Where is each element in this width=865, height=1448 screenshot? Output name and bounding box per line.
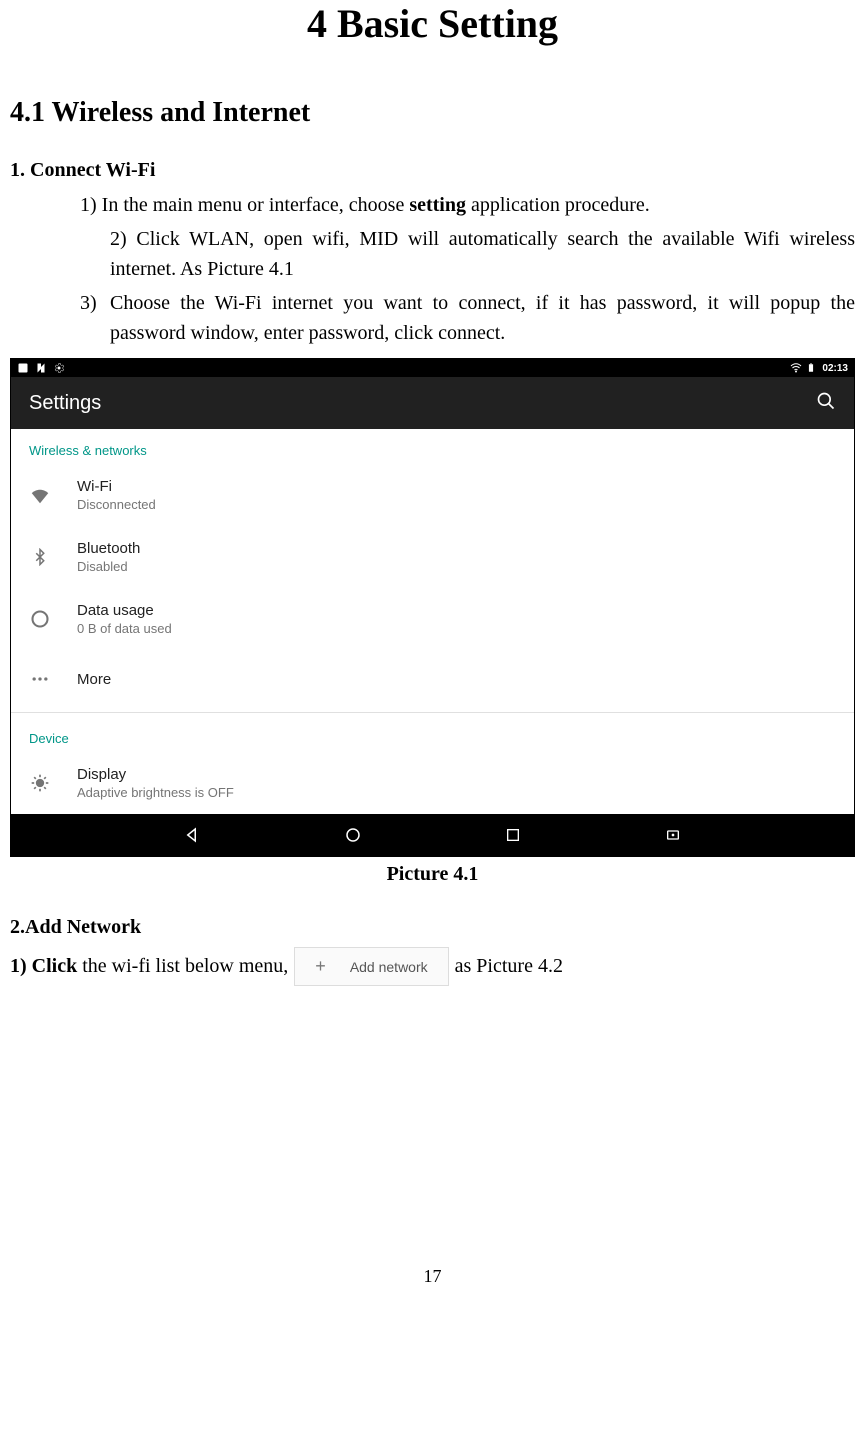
step1-bold: setting bbox=[409, 194, 466, 216]
list-item-data-usage[interactable]: Data usage 0 B of data used bbox=[11, 588, 854, 650]
list-item-display[interactable]: Display Adaptive brightness is OFF bbox=[11, 752, 854, 814]
n-icon bbox=[35, 362, 47, 374]
subsection-connect-wifi: 1. Connect Wi-Fi bbox=[10, 159, 855, 182]
status-bar: 02:13 bbox=[11, 359, 854, 377]
add-network-instruction: 1) Click the wi-fi list below menu, + Ad… bbox=[10, 947, 855, 986]
list-item-wifi[interactable]: Wi-Fi Disconnected bbox=[11, 464, 854, 526]
settings-screenshot: 02:13 Settings Wireless & networks Wi-Fi… bbox=[10, 358, 855, 857]
step-1: 1) In the main menu or interface, choose… bbox=[10, 190, 855, 220]
bluetooth-title: Bluetooth bbox=[77, 540, 140, 557]
home-icon[interactable] bbox=[343, 825, 363, 845]
status-time: 02:13 bbox=[822, 363, 848, 374]
step3-text: Choose the Wi-Fi internet you want to co… bbox=[110, 288, 855, 348]
page-number: 17 bbox=[10, 1266, 855, 1307]
section-title: 4.1 Wireless and Internet bbox=[10, 97, 855, 129]
search-icon[interactable] bbox=[816, 391, 836, 416]
step-2: 2) Click WLAN, open wifi, MID will autom… bbox=[10, 224, 855, 284]
wifi-title: Wi-Fi bbox=[77, 478, 156, 495]
data-sub: 0 B of data used bbox=[77, 621, 172, 636]
wifi-sub: Disconnected bbox=[77, 497, 156, 512]
appbar-title: Settings bbox=[29, 392, 101, 415]
gallery-icon bbox=[17, 362, 29, 374]
screenshot-icon[interactable] bbox=[663, 825, 683, 845]
step1-post: application procedure. bbox=[466, 194, 650, 216]
divider bbox=[11, 712, 854, 713]
wifi-status-icon bbox=[790, 362, 802, 374]
list-item-bluetooth[interactable]: Bluetooth Disabled bbox=[11, 526, 854, 588]
plus-icon: + bbox=[315, 956, 326, 977]
data-usage-icon bbox=[29, 608, 51, 630]
display-icon bbox=[29, 772, 51, 794]
chapter-title: 4 Basic Setting bbox=[10, 0, 855, 47]
addnet-pre-bold: 1) Click bbox=[10, 955, 77, 977]
settings-small-icon bbox=[53, 362, 65, 374]
bluetooth-icon bbox=[29, 546, 51, 568]
figure-caption-4-1: Picture 4.1 bbox=[10, 863, 855, 886]
section-device: Device bbox=[11, 717, 854, 752]
back-icon[interactable] bbox=[183, 825, 203, 845]
step3-num: 3) bbox=[10, 288, 110, 348]
bluetooth-sub: Disabled bbox=[77, 559, 140, 574]
more-icon bbox=[29, 668, 51, 690]
data-title: Data usage bbox=[77, 602, 172, 619]
display-sub: Adaptive brightness is OFF bbox=[77, 785, 234, 800]
navigation-bar bbox=[11, 814, 854, 856]
subsection-add-network: 2.Add Network bbox=[10, 916, 855, 939]
wifi-icon bbox=[29, 484, 51, 506]
more-title: More bbox=[77, 671, 111, 688]
step1-pre: 1) In the main menu or interface, choose bbox=[80, 194, 409, 216]
addnet-post: as Picture 4.2 bbox=[455, 955, 563, 978]
list-item-more[interactable]: More bbox=[11, 650, 854, 708]
add-network-chip[interactable]: + Add network bbox=[294, 947, 448, 986]
display-title: Display bbox=[77, 766, 234, 783]
section-wireless-networks: Wireless & networks bbox=[11, 429, 854, 464]
battery-icon bbox=[806, 362, 818, 374]
recent-icon[interactable] bbox=[503, 825, 523, 845]
step-3: 3) Choose the Wi-Fi internet you want to… bbox=[10, 288, 855, 348]
add-network-label: Add network bbox=[350, 959, 428, 975]
addnet-pre-rest: the wi-fi list below menu, bbox=[77, 955, 288, 977]
app-bar: Settings bbox=[11, 377, 854, 429]
